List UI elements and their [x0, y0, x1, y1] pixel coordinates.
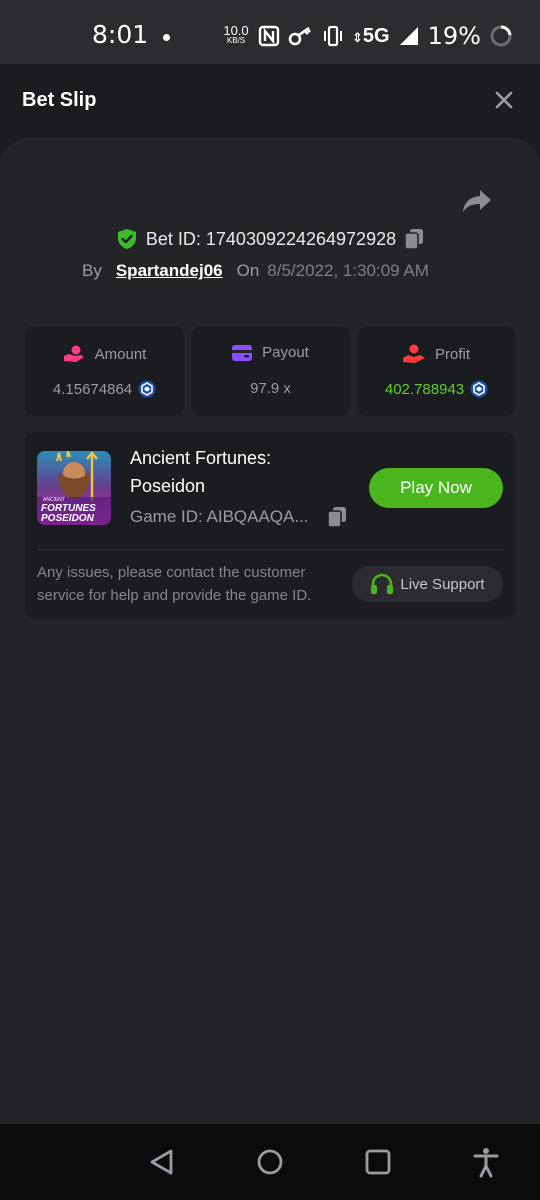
thumb-text-bottom: POSEIDON	[41, 513, 95, 524]
status-bar: 8:01 10.0 KB/S ⇕5G 19%	[0, 0, 540, 64]
nfc-icon	[258, 25, 280, 47]
battery-percent: 19%	[427, 22, 481, 50]
page-title: Bet Slip	[22, 89, 97, 111]
profit-card: Profit 402.788943	[357, 326, 516, 416]
status-time: 8:01	[92, 20, 149, 49]
bet-date: 8/5/2022, 1:30:09 AM	[267, 261, 429, 280]
copy-icon[interactable]	[404, 228, 424, 250]
game-id: Game ID: AIBQAAQA...	[130, 507, 309, 526]
amount-value: 4.15674864	[52, 380, 133, 398]
payout-value: 97.9 x	[250, 380, 291, 397]
vibrate-icon	[324, 25, 342, 47]
header: Bet Slip	[0, 64, 540, 138]
bet-id-row: Bet ID: 1740309224264972928	[0, 225, 540, 253]
amount-label: Amount	[94, 345, 147, 363]
crypto-coin-icon	[138, 380, 156, 398]
recents-icon[interactable]	[362, 1146, 394, 1178]
game-id-row: Game ID: AIBQAAQA...	[130, 506, 347, 528]
network-type-label: 5G	[362, 24, 390, 47]
key-icon	[288, 26, 311, 46]
help-text: Any issues, please contact the customer …	[37, 564, 312, 604]
on-label: On	[236, 261, 260, 280]
live-support-label: Live Support	[400, 575, 485, 593]
bet-id: Bet ID: 1740309224264972928	[145, 228, 397, 249]
play-now-button[interactable]: Play Now	[369, 468, 503, 508]
signal-icon	[399, 27, 418, 45]
close-icon[interactable]	[490, 86, 518, 114]
payout-label: Payout	[262, 344, 309, 361]
network-type: ⇕5G	[352, 24, 390, 47]
profit-header: Profit	[357, 344, 516, 364]
shield-check-icon	[117, 229, 136, 249]
live-support-button[interactable]: Live Support	[352, 566, 503, 602]
bet-meta-row: By Spartandej06 On 8/5/2022, 1:30:09 AM	[82, 258, 429, 284]
crypto-coin-icon	[470, 380, 488, 398]
status-icons: ⇕5G 19%	[258, 22, 513, 50]
wallet-icon	[232, 344, 253, 361]
game-title: Ancient Fortunes: Poseidon	[130, 448, 272, 496]
username-link[interactable]: Spartandej06	[116, 261, 223, 281]
profit-value-row: 402.788943	[357, 380, 516, 398]
game-thumbnail[interactable]: ANCIENT FORTUNES POSEIDON	[37, 451, 111, 525]
battery-ring-icon	[490, 25, 512, 47]
payout-value-row: 97.9 x	[191, 380, 350, 397]
divider	[37, 549, 504, 550]
profit-hand-icon	[402, 344, 425, 363]
amount-header: Amount	[25, 344, 184, 364]
copy-icon[interactable]	[326, 506, 347, 528]
home-icon[interactable]	[254, 1146, 286, 1178]
amount-value-row: 4.15674864	[25, 380, 184, 398]
back-icon[interactable]	[146, 1146, 178, 1178]
network-speed-unit: KB/S	[226, 36, 246, 45]
notification-dot-icon	[163, 34, 170, 41]
headset-icon	[371, 573, 394, 594]
game-card: ANCIENT FORTUNES POSEIDON Ancient Fortun…	[25, 432, 516, 619]
profit-label: Profit	[434, 345, 470, 363]
payout-header: Payout	[191, 344, 350, 361]
network-speed: 10.0 KB/S	[222, 24, 250, 45]
system-nav-bar	[0, 1124, 540, 1200]
game-thumbnail-image: ANCIENT FORTUNES POSEIDON	[37, 451, 111, 525]
accessibility-icon[interactable]	[470, 1146, 502, 1178]
by-label: By	[82, 261, 102, 280]
profit-value: 402.788943	[384, 380, 465, 398]
amount-card: Amount 4.15674864	[25, 326, 184, 416]
payout-card: Payout 97.9 x	[191, 326, 350, 416]
bet-slip-panel	[0, 138, 540, 1124]
amount-hand-icon	[63, 345, 84, 362]
share-icon[interactable]	[462, 188, 492, 214]
